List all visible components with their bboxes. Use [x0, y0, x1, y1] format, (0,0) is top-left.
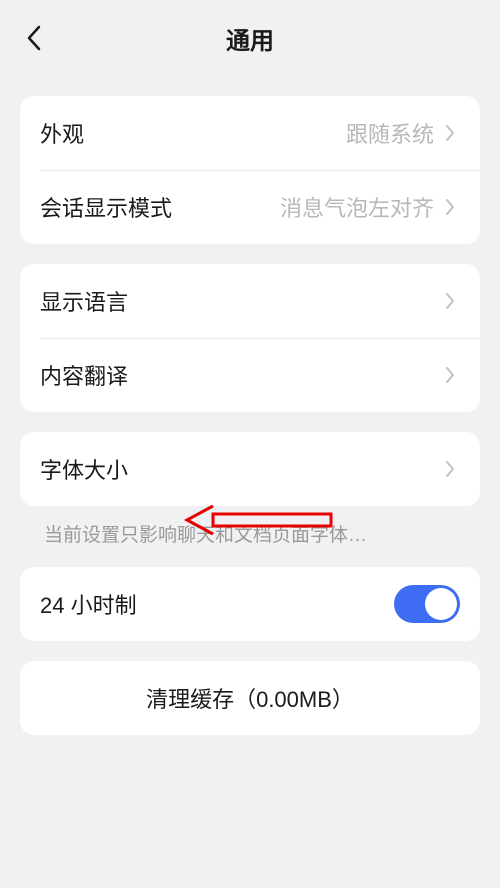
row-value: 消息气泡左对齐	[280, 191, 434, 223]
row-label: 显示语言	[40, 285, 128, 317]
group-appearance: 外观 跟随系统 会话显示模式 消息气泡左对齐	[20, 96, 480, 244]
row-language[interactable]: 显示语言	[20, 264, 480, 338]
row-label: 24 小时制	[40, 588, 137, 620]
row-translate[interactable]: 内容翻译	[20, 338, 480, 412]
chevron-left-icon	[26, 25, 42, 51]
back-button[interactable]	[12, 16, 56, 60]
toggle-24h[interactable]	[394, 585, 460, 623]
row-chat-mode[interactable]: 会话显示模式 消息气泡左对齐	[20, 170, 480, 244]
group-cache: 清理缓存（0.00MB）	[20, 661, 480, 735]
chevron-right-icon	[440, 197, 460, 217]
row-label: 外观	[40, 117, 84, 149]
row-appearance[interactable]: 外观 跟随系统	[20, 96, 480, 170]
clear-cache-label: 清理缓存（0.00MB）	[146, 682, 354, 714]
row-clear-cache[interactable]: 清理缓存（0.00MB）	[20, 661, 480, 735]
group-time: 24 小时制	[20, 567, 480, 641]
font-size-hint: 当前设置只影响聊天和文档页面字体…	[20, 506, 480, 547]
group-font: 字体大小	[20, 432, 480, 506]
page-title: 通用	[0, 21, 500, 56]
row-label: 字体大小	[40, 453, 128, 485]
row-24h: 24 小时制	[20, 567, 480, 641]
header: 通用	[0, 0, 500, 76]
content: 外观 跟随系统 会话显示模式 消息气泡左对齐 显示语言 内容翻译	[0, 96, 500, 735]
group-language: 显示语言 内容翻译	[20, 264, 480, 412]
row-value: 跟随系统	[346, 117, 434, 149]
chevron-right-icon	[440, 123, 460, 143]
toggle-thumb	[425, 588, 457, 620]
row-font-size[interactable]: 字体大小	[20, 432, 480, 506]
chevron-right-icon	[440, 365, 460, 385]
chevron-right-icon	[440, 291, 460, 311]
chevron-right-icon	[440, 459, 460, 479]
row-label: 会话显示模式	[40, 191, 172, 223]
row-label: 内容翻译	[40, 359, 128, 391]
